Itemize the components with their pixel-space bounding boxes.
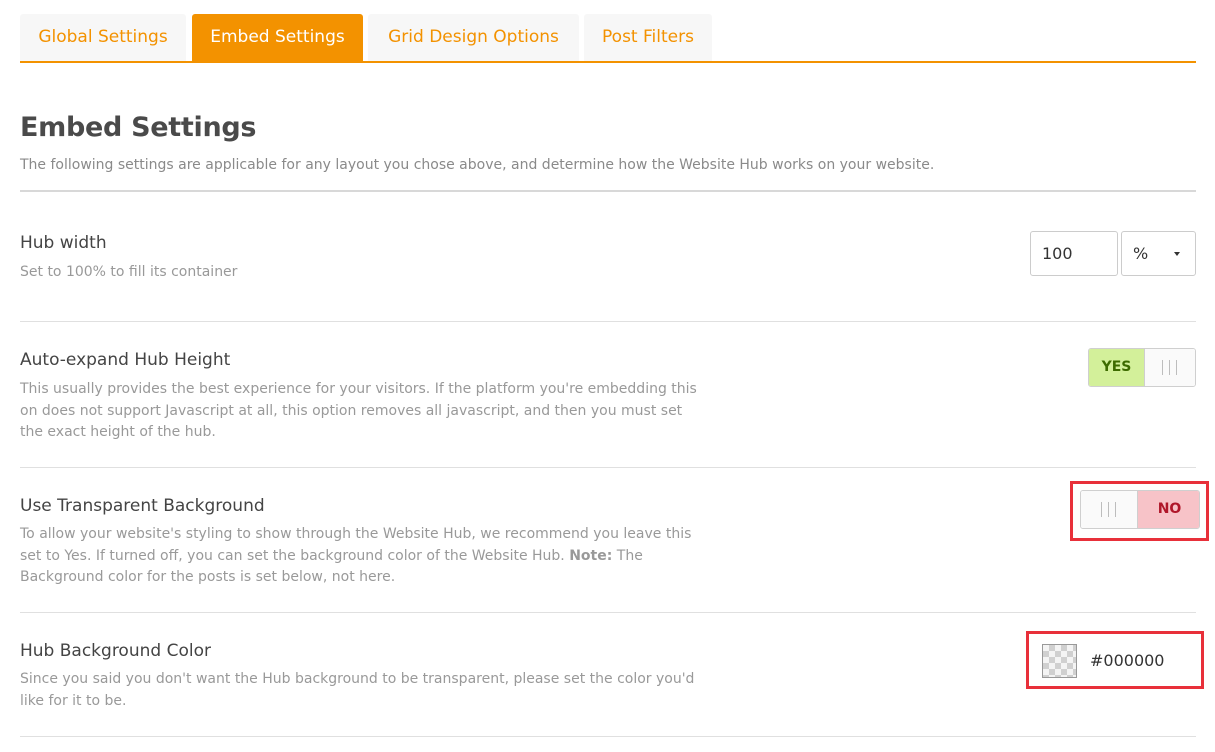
tab-post-filters[interactable]: Post Filters bbox=[584, 14, 712, 61]
hub-width-unit-value: % bbox=[1133, 244, 1149, 263]
note-label: Note: bbox=[569, 547, 613, 564]
auto-expand-title: Auto-expand Hub Height bbox=[20, 350, 231, 370]
section-divider bbox=[20, 321, 1196, 322]
transparent-bg-description: To allow your website's styling to show … bbox=[20, 524, 700, 589]
toggle-handle[interactable] bbox=[1145, 349, 1195, 386]
section-divider bbox=[20, 467, 1196, 468]
highlight-box bbox=[1026, 631, 1204, 689]
section-divider bbox=[20, 612, 1196, 613]
section-divider bbox=[20, 736, 1196, 737]
tab-bar: Global Settings Embed Settings Grid Desi… bbox=[20, 14, 1196, 63]
grip-line-icon bbox=[1169, 360, 1170, 375]
transparent-bg-title: Use Transparent Background bbox=[20, 496, 265, 516]
grip-line-icon bbox=[1176, 360, 1177, 375]
highlight-box bbox=[1070, 481, 1209, 541]
caret-down-icon bbox=[1174, 252, 1180, 256]
auto-expand-description: This usually provides the best experienc… bbox=[20, 381, 697, 440]
grip-line-icon bbox=[1162, 360, 1163, 375]
page-description: The following settings are applicable fo… bbox=[20, 157, 935, 173]
bg-color-title: Hub Background Color bbox=[20, 641, 211, 661]
toggle-state-label: YES bbox=[1089, 349, 1145, 386]
hub-width-title: Hub width bbox=[20, 233, 107, 253]
hub-width-description: Set to 100% to fill its container bbox=[20, 264, 238, 280]
tab-embed-settings[interactable]: Embed Settings bbox=[192, 14, 363, 61]
section-divider bbox=[20, 190, 1196, 192]
page-title: Embed Settings bbox=[20, 112, 257, 143]
hub-width-value: 100 bbox=[1042, 244, 1073, 263]
tab-grid-design-options[interactable]: Grid Design Options bbox=[368, 14, 579, 61]
hub-width-input[interactable]: 100 bbox=[1030, 231, 1118, 276]
auto-expand-toggle[interactable]: YES bbox=[1088, 348, 1196, 387]
hub-width-unit-select[interactable]: % bbox=[1121, 231, 1196, 276]
bg-color-description: Since you said you don't want the Hub ba… bbox=[20, 671, 695, 709]
tab-global-settings[interactable]: Global Settings bbox=[20, 14, 186, 61]
